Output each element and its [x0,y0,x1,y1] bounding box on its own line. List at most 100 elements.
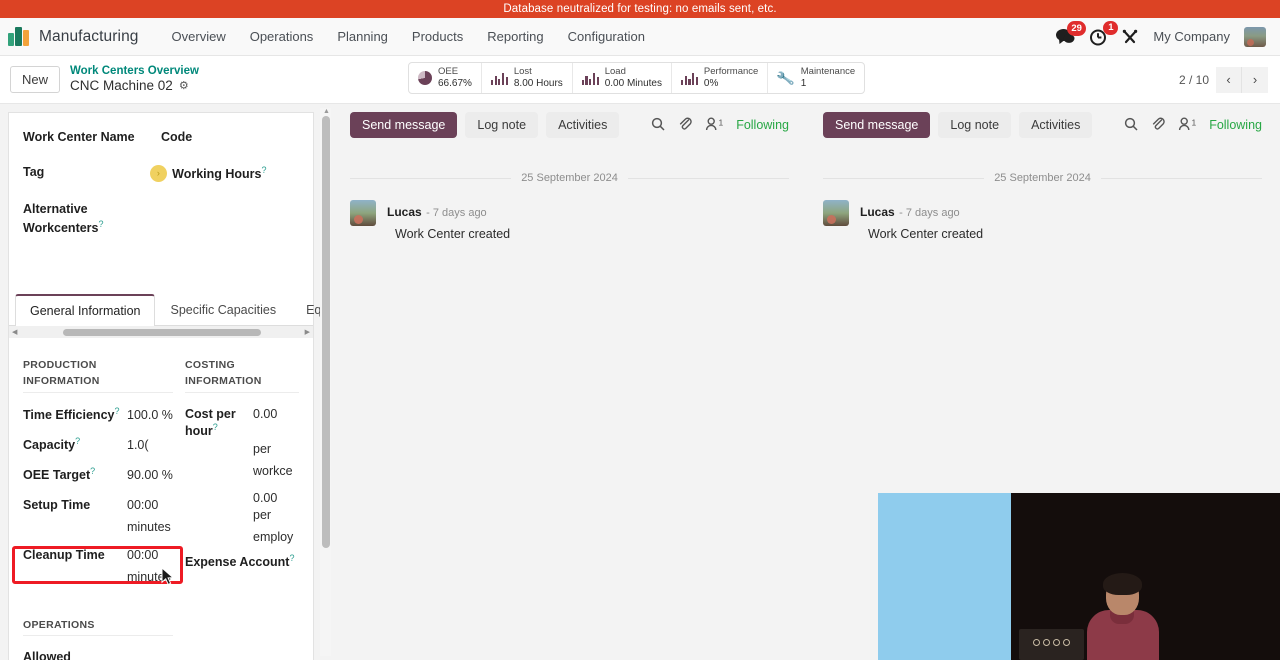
value-time-efficiency[interactable]: 100.0 % [127,408,173,422]
breadcrumb-parent-link[interactable]: Work Centers Overview [70,64,199,78]
stat-value-maintenance: 1 [800,77,807,89]
form-row-name-code: Work Center Name Code [23,129,299,146]
chatter-toolbar: Send message Log note Activities 1 Follo… [350,112,789,138]
stat-button-oee[interactable]: OEE 66.67% [409,63,482,93]
help-tooltip-icon[interactable]: ? [213,422,218,432]
following-button[interactable]: Following [1209,118,1262,132]
date-separator: 25 September 2024 [823,172,1263,184]
value-oee-target[interactable]: 90.00 % [127,468,173,482]
nav-item-overview[interactable]: Overview [161,23,237,50]
company-selector[interactable]: My Company [1153,29,1230,44]
label-alternative-workcenters: Alternative Workcenters? [23,201,104,235]
stat-button-performance[interactable]: Performance 0% [672,63,769,93]
log-note-button[interactable]: Log note [465,112,539,138]
send-message-button[interactable]: Send message [350,112,458,138]
log-note-button[interactable]: Log note [938,112,1012,138]
value-cleanup-time[interactable]: 00:00 minutes [127,548,171,584]
scroll-right-arrow-icon[interactable]: ▶ [305,328,310,336]
nav-item-reporting[interactable]: Reporting [476,23,554,50]
tag-avatar-icon[interactable]: › [149,164,167,182]
horizontal-scrollbar[interactable]: ◀ ▶ [9,326,313,338]
help-tooltip-icon[interactable]: ? [114,406,119,416]
help-tooltip-icon[interactable]: ? [262,165,267,175]
send-message-button[interactable]: Send message [823,112,931,138]
label-code: Code [161,130,193,144]
value-cost-per-employee[interactable]: 0.00 [253,491,299,505]
followers-icon[interactable]: 1 [1178,116,1197,134]
activities-button[interactable]: Activities [546,112,620,138]
pie-chart-icon [418,71,432,85]
nav-item-planning[interactable]: Planning [326,23,399,50]
form-vertical-scrollbar[interactable]: ▲ [320,108,331,656]
field-allowed-employees: Allowed Employees? [23,649,173,660]
message-timestamp: - 7 days ago [899,207,960,219]
followers-icon[interactable]: 1 [705,116,724,134]
activities-button[interactable]: 1 [1089,20,1119,46]
stat-button-lost[interactable]: Lost 8.00 Hours [482,63,573,93]
field-oee-target: OEE Target? 90.00 % [23,466,173,483]
message-text: Work Center created [868,227,984,242]
activities-button[interactable]: Activities [1019,112,1093,138]
tab-general-information[interactable]: General Information [15,294,156,326]
help-tooltip-icon[interactable]: ? [75,436,80,446]
follower-count: 1 [718,117,724,128]
pager-previous-button[interactable]: ‹ [1216,66,1242,93]
messages-badge: 29 [1066,21,1087,36]
nav-item-operations[interactable]: Operations [239,23,325,50]
help-tooltip-icon[interactable]: ? [289,553,294,563]
user-avatar[interactable] [1244,26,1266,47]
paperclip-icon[interactable] [1151,116,1166,134]
messages-button[interactable]: 29 [1056,21,1087,45]
stat-label-maintenance: Maintenance [800,66,856,78]
field-time-efficiency: Time Efficiency? 100.0 % [23,406,173,423]
gear-icon[interactable]: ⚙ [179,80,189,94]
bar-chart-icon [490,72,508,85]
nav-item-configuration[interactable]: Configuration [557,23,656,50]
follower-count: 1 [1191,117,1197,128]
tools-button[interactable] [1121,28,1139,46]
record-title: CNC Machine 02 [70,78,173,94]
breadcrumb-current: CNC Machine 02 ⚙ [70,78,199,95]
stat-value-lost: 8.00 Hours [513,77,563,89]
bar-chart-icon [680,72,698,85]
value-capacity[interactable]: 1.0( [127,438,149,452]
stat-button-load[interactable]: Load 0.00 Minutes [573,63,672,93]
field-expense-account: Expense Account? [185,553,299,570]
laptop-icon [1019,629,1084,660]
stat-label-performance: Performance [703,66,759,78]
help-tooltip-icon[interactable]: ? [99,219,104,229]
database-warning-banner: Database neutralized for testing: no ema… [0,0,1280,18]
tools-icon [1123,29,1138,43]
scrollbar-thumb[interactable] [321,116,330,548]
paperclip-icon[interactable] [678,116,693,134]
search-icon[interactable] [1124,117,1138,134]
form-sheet-header: Work Center Name Code Tag › Working Hour… [8,112,314,294]
field-cost-per-employee: 0.00 [185,491,299,505]
manufacturing-logo-icon [8,27,30,46]
app-name: Manufacturing [39,27,139,45]
app-brand[interactable]: Manufacturing [8,27,139,46]
stat-button-maintenance[interactable]: 🔧 Maintenance 1 [768,63,864,93]
nav-item-products[interactable]: Products [401,23,474,50]
pager-next-button[interactable]: › [1242,66,1268,93]
chatter-message: Lucas - 7 days ago Work Center created [823,200,1262,243]
following-button[interactable]: Following [736,118,789,132]
horizontal-scroll-thumb[interactable] [63,328,261,336]
stat-value-performance: 0% [703,77,719,89]
new-button[interactable]: New [10,66,61,93]
chatter-tools: 1 Following [1124,116,1262,134]
stat-buttons: OEE 66.67% Lost 8.00 Hours Load 0.00 Min… [408,62,866,94]
scroll-up-arrow-icon[interactable]: ▲ [323,108,330,115]
scroll-left-arrow-icon[interactable]: ◀ [12,328,17,336]
general-information-panel: PRODUCTION INFORMATION Time Efficiency? … [8,338,314,660]
date-separator-text: 25 September 2024 [521,172,618,184]
value-setup-time[interactable]: 00:00 minutes [127,498,171,534]
date-separator-text: 25 September 2024 [994,172,1091,184]
section-title-operations: OPERATIONS [23,618,173,637]
search-icon[interactable] [651,117,665,134]
value-cost-per-hour[interactable]: 0.00 [253,407,299,421]
tab-specific-capacities[interactable]: Specific Capacities [155,294,291,325]
label-work-center-name: Work Center Name [23,130,135,144]
database-warning-text: Database neutralized for testing: no ema… [503,3,777,15]
help-tooltip-icon[interactable]: ? [90,466,95,476]
